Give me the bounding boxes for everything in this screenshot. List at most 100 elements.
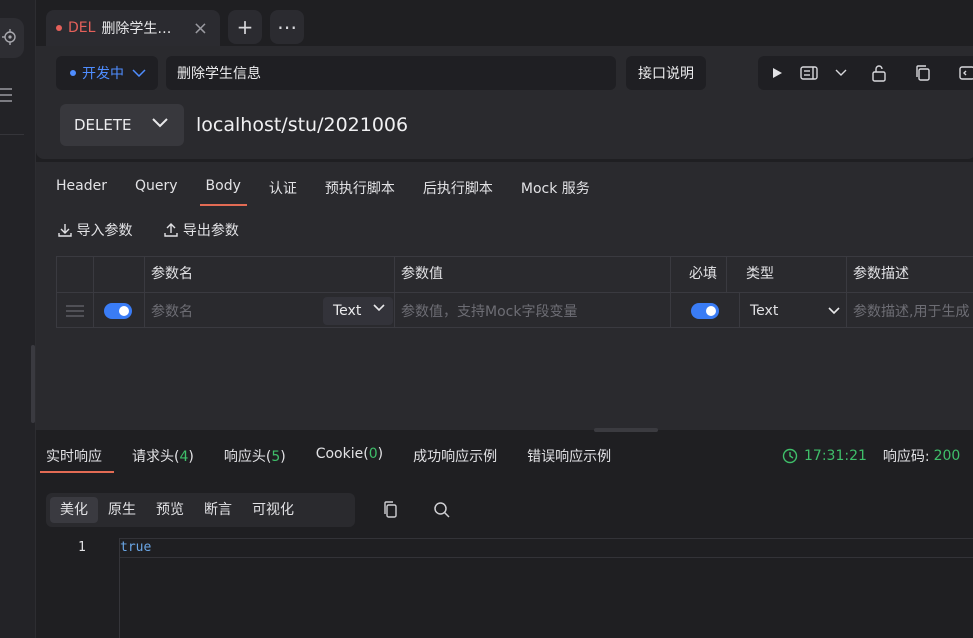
panel-splitter[interactable] [594,428,658,432]
download-icon [58,224,72,237]
close-icon[interactable]: × [193,18,208,39]
run-icon[interactable] [768,64,786,82]
chevron-down-icon [373,304,385,312]
search-icon[interactable] [433,501,451,523]
tab-auth[interactable]: 认证 [269,178,297,204]
code-icon[interactable] [958,64,973,82]
enabled-toggle-cell [94,293,145,328]
upload-icon [164,223,179,237]
import-params-button[interactable]: 导入参数 [58,220,132,240]
th-desc: 参数描述 [853,266,909,282]
doc-button[interactable]: 接口说明 [626,56,706,90]
tab-request-headers-label: 请求头( [132,449,180,465]
tab-cookie-suffix: ) [377,446,384,462]
tab-mock[interactable]: Mock 服务 [521,178,590,204]
required-toggle[interactable] [691,302,719,319]
unlock-icon[interactable] [870,64,888,82]
tab-request-headers-suffix: ) [188,449,194,465]
left-sidebar [0,0,36,638]
copy-icon[interactable] [383,501,399,523]
status-label: 开发中 [82,66,124,82]
type-label: Text [750,302,779,319]
tab-response-headers[interactable]: 响应头(5) [224,446,286,470]
drag-handle[interactable] [57,293,94,328]
status-select[interactable]: 开发中 [56,56,158,90]
response-time: 17:31:21 [804,448,867,464]
th-name: 参数名 [145,257,395,292]
tab-request-headers[interactable]: 请求头(4) [132,446,194,470]
clock-icon [782,448,798,464]
request-tab[interactable]: DEL 删除学生… × [46,10,220,46]
tab-cookie[interactable]: Cookie(0) [316,446,383,470]
request-name-input[interactable] [166,56,616,90]
tab-success-example[interactable]: 成功响应示例 [413,446,497,470]
status-code-label: 响应码: [882,449,930,465]
desc-placeholder: 参数描述,用于生成 [853,303,970,320]
toolbar [758,56,973,90]
name-type-select[interactable]: Text [323,297,393,325]
enabled-toggle[interactable] [104,302,132,319]
http-method-label: DELETE [74,116,132,134]
sidebar-divider [0,134,24,135]
name-type-label: Text [333,303,362,319]
tab-response-headers-label: 响应头( [223,449,272,465]
response-tabs: 实时响应 请求头(4) 响应头(5) Cookie(0) 成功响应示例 错误响应… [40,446,641,473]
value-cell[interactable]: 参数值，支持Mock字段变量 [395,293,671,328]
response-body: true [120,540,152,555]
view-pretty[interactable]: 美化 [50,497,98,523]
tab-success-example-label: 成功响应示例 [413,449,498,465]
tab-post-script[interactable]: 后执行脚本 [423,178,493,204]
tab-header[interactable]: Header [56,178,107,204]
chevron-down-icon [132,69,146,77]
tab-error-example[interactable]: 错误响应示例 [527,446,611,470]
tab-query[interactable]: Query [135,178,178,204]
name-placeholder: 参数名 [151,303,193,320]
chevron-down-icon [828,307,840,315]
status-dot [70,70,76,76]
export-params-button[interactable]: 导出参数 [164,220,239,240]
current-line-highlight [120,538,973,558]
type-select[interactable]: Text [740,293,847,328]
target-icon [2,29,16,45]
export-params-label: 导出参数 [182,223,239,239]
tab-error-example-label: 错误响应示例 [527,449,612,465]
params-actions: 导入参数 导出参数 [58,220,239,240]
locate-button[interactable] [0,18,24,58]
tab-method: DEL [68,20,96,36]
params-table: 参数名 参数值 必填 类型 参数描述 参数名 Text 参数值，支持Mock字段… [56,256,973,328]
response-editor[interactable]: 1 true [36,538,973,638]
required-cell [671,293,740,328]
chevron-down-icon[interactable] [832,64,850,82]
view-assert[interactable]: 断言 [194,497,242,523]
name-cell[interactable]: 参数名 Text [145,293,395,328]
resize-handle[interactable] [31,345,35,423]
params-area: Header Query Body 认证 预执行脚本 后执行脚本 Mock 服务… [36,162,973,430]
menu-icon[interactable] [0,84,14,106]
http-method-select[interactable]: DELETE [60,104,184,146]
th-type: 类型 [740,257,847,292]
add-tab-button[interactable]: + [228,10,262,44]
more-tabs-button[interactable]: ⋯ [270,10,304,44]
th-value: 参数值 [395,257,671,292]
value-placeholder: 参数值，支持Mock字段变量 [401,303,578,320]
response-headers-count: 5 [271,449,281,465]
response-meta: 17:31:21 响应码: 200 [782,446,960,466]
tab-body[interactable]: Body [199,178,248,206]
tab-cookie-label: Cookie( [315,446,369,462]
chevron-down-icon [152,118,168,128]
url-input[interactable] [184,104,973,146]
tab-response-headers-suffix: ) [280,449,286,465]
copy-icon[interactable] [914,64,932,82]
view-raw[interactable]: 原生 [98,497,146,523]
request-panel: 开发中 接口说明 DELETE [36,46,973,159]
view-visualize[interactable]: 可视化 [242,497,304,523]
desc-cell[interactable]: 参数描述,用于生成 [847,293,973,328]
tab-title: 删除学生… [101,21,172,37]
unsaved-dot [56,25,62,31]
preview-icon[interactable] [800,64,818,82]
view-preview[interactable]: 预览 [146,497,194,523]
tab-pre-script[interactable]: 预执行脚本 [325,178,395,204]
line-number: 1 [78,540,86,555]
tab-live-response[interactable]: 实时响应 [40,446,114,473]
th-drag [57,257,94,292]
